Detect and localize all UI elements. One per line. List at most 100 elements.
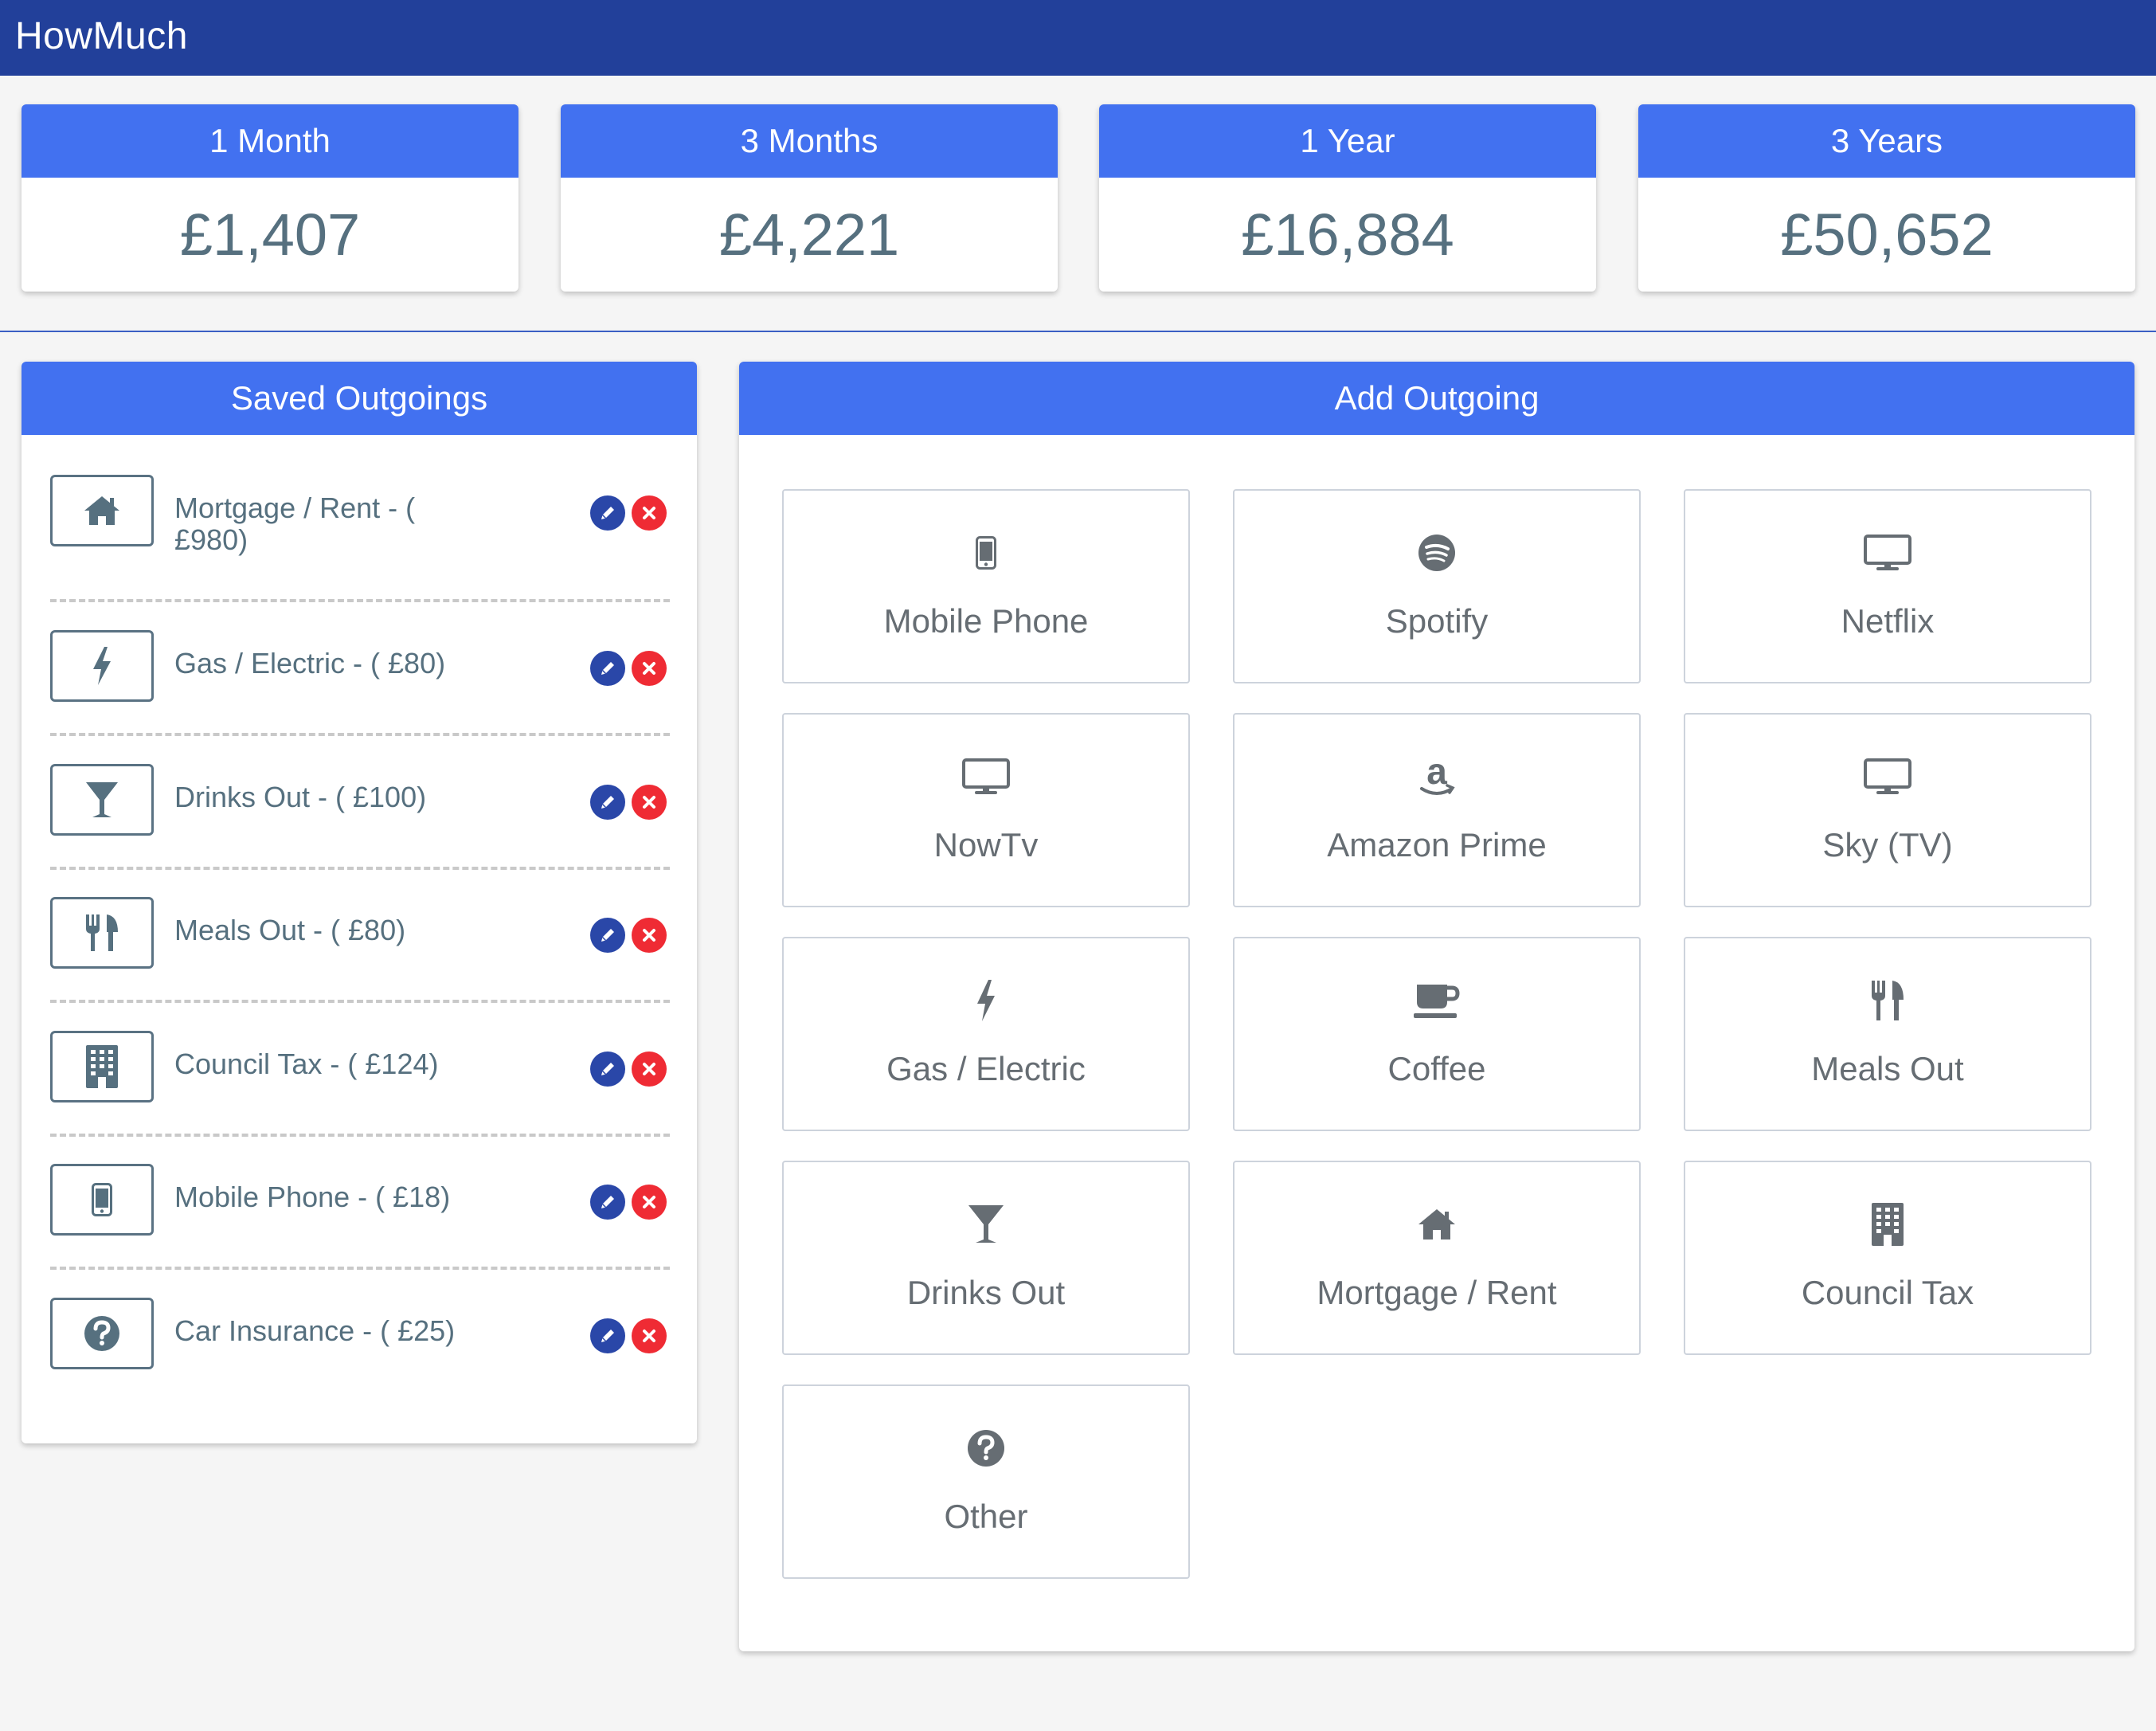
add-tile-sky-tv[interactable]: Sky (TV) [1684, 713, 2091, 907]
edit-button[interactable] [590, 785, 625, 820]
pencil-icon [601, 1196, 614, 1208]
phone-icon [50, 1164, 154, 1236]
summary-period-label: 1 Year [1099, 104, 1596, 178]
saved-item-gas-electric: Gas / Electric - ( £80) [50, 630, 670, 702]
summary-total-value: £50,652 [1780, 202, 1994, 268]
saved-item-drinks-out: Drinks Out - ( £100) [50, 764, 670, 836]
saved-outgoings-title: Saved Outgoings [22, 362, 697, 435]
amazon-icon: a [1235, 753, 1639, 801]
monitor-icon [784, 753, 1188, 801]
delete-button[interactable] [632, 918, 667, 953]
tile-label: Council Tax [1801, 1274, 1974, 1311]
app-title[interactable]: HowMuch [15, 14, 188, 58]
saved-item-car-insurance: Car Insurance - ( £25) [50, 1298, 670, 1369]
saved-item-label: Car Insurance - ( £25) [174, 1314, 456, 1347]
saved-item-label: Mortgage / Rent - ( £980) [174, 491, 416, 556]
tile-label: Drinks Out [906, 1274, 1066, 1311]
add-tile-other[interactable]: Other [782, 1384, 1190, 1579]
cutlery-icon [1685, 977, 2090, 1024]
app-header: HowMuch [0, 0, 2156, 76]
cocktail-icon [784, 1200, 1188, 1248]
edit-button[interactable] [590, 1185, 625, 1220]
building-icon [50, 1031, 154, 1102]
add-tile-amazon-prime[interactable]: a Amazon Prime [1233, 713, 1641, 907]
edit-button[interactable] [590, 1052, 625, 1087]
summary-period-label: 1 Month [22, 104, 518, 178]
close-icon [643, 796, 655, 809]
spotify-icon [1235, 529, 1639, 577]
close-icon [643, 507, 655, 519]
monitor-icon [1685, 529, 2090, 577]
phone-icon [784, 529, 1188, 577]
summary-card-1-year: 1 Year £16,884 [1099, 104, 1596, 292]
tile-label: Amazon Prime [1327, 826, 1547, 864]
saved-item-label: Council Tax - ( £124) [174, 1048, 439, 1080]
add-outgoing-title: Add Outgoing [739, 362, 2134, 435]
close-icon [643, 1330, 655, 1342]
add-tile-mobile-phone[interactable]: Mobile Phone [782, 489, 1190, 683]
coffee-icon [1235, 977, 1639, 1024]
question-icon [50, 1298, 154, 1369]
row-divider [50, 867, 670, 870]
add-tile-netflix[interactable]: Netflix [1684, 489, 2091, 683]
delete-button[interactable] [632, 495, 667, 531]
edit-button[interactable] [590, 1318, 625, 1353]
close-icon [643, 662, 655, 675]
delete-button[interactable] [632, 1185, 667, 1220]
building-icon [1685, 1200, 2090, 1248]
delete-button[interactable] [632, 1052, 667, 1087]
tile-label: Gas / Electric [886, 1050, 1086, 1087]
saved-item-label: Mobile Phone - ( £18) [174, 1181, 451, 1213]
saved-item-label: Meals Out - ( £80) [174, 914, 406, 946]
pencil-icon [601, 662, 614, 675]
add-tile-nowtv[interactable]: NowTv [782, 713, 1190, 907]
pencil-icon [601, 796, 614, 809]
add-tile-coffee[interactable]: Coffee [1233, 937, 1641, 1131]
edit-button[interactable] [590, 918, 625, 953]
add-tile-mortgage-rent[interactable]: Mortgage / Rent [1233, 1161, 1641, 1355]
tile-label: Meals Out [1811, 1050, 1964, 1087]
row-divider [50, 733, 670, 736]
pencil-icon [601, 1330, 614, 1342]
close-icon [643, 929, 655, 942]
summary-card-1-month: 1 Month £1,407 [22, 104, 518, 292]
edit-button[interactable] [590, 495, 625, 531]
edit-button[interactable] [590, 651, 625, 686]
row-divider [50, 1134, 670, 1137]
cocktail-icon [50, 764, 154, 836]
summary-period-label: 3 Months [561, 104, 1058, 178]
add-tile-meals-out[interactable]: Meals Out [1684, 937, 2091, 1131]
saved-outgoings-panel: Saved Outgoings Mortgage / Rent - ( £980… [22, 362, 697, 1443]
delete-button[interactable] [632, 1318, 667, 1353]
summary-total-value: £16,884 [1241, 202, 1454, 268]
row-divider [50, 1000, 670, 1003]
delete-button[interactable] [632, 651, 667, 686]
tile-label: Sky (TV) [1822, 826, 1953, 864]
saved-item-mobile-phone: Mobile Phone - ( £18) [50, 1164, 670, 1236]
delete-button[interactable] [632, 785, 667, 820]
add-tile-drinks-out[interactable]: Drinks Out [782, 1161, 1190, 1355]
saved-item-label: Drinks Out - ( £100) [174, 781, 427, 813]
add-tile-gas-electric[interactable]: Gas / Electric [782, 937, 1190, 1131]
home-icon [1235, 1200, 1639, 1248]
add-tile-council-tax[interactable]: Council Tax [1684, 1161, 2091, 1355]
tile-label: Netflix [1841, 602, 1935, 640]
row-divider [50, 1267, 670, 1270]
lightning-icon [50, 630, 154, 702]
saved-item-mortgage-rent: Mortgage / Rent - ( £980) [50, 475, 670, 556]
tile-label: NowTv [933, 826, 1039, 864]
svg-text:a: a [1426, 754, 1447, 792]
add-tile-spotify[interactable]: Spotify [1233, 489, 1641, 683]
monitor-icon [1685, 753, 2090, 801]
add-outgoing-panel: Add Outgoing Mobile Phone Spotify Netfli… [739, 362, 2134, 1651]
summary-period-label: 3 Years [1638, 104, 2135, 178]
row-divider [50, 599, 670, 602]
pencil-icon [601, 1063, 614, 1075]
summary-total-value: £1,407 [179, 202, 361, 268]
tile-label: Mortgage / Rent [1317, 1274, 1557, 1311]
tile-label: Coffee [1387, 1050, 1486, 1087]
tile-label: Other [944, 1498, 1028, 1535]
home-icon [50, 475, 154, 546]
section-divider [0, 331, 2156, 332]
pencil-icon [601, 929, 614, 942]
